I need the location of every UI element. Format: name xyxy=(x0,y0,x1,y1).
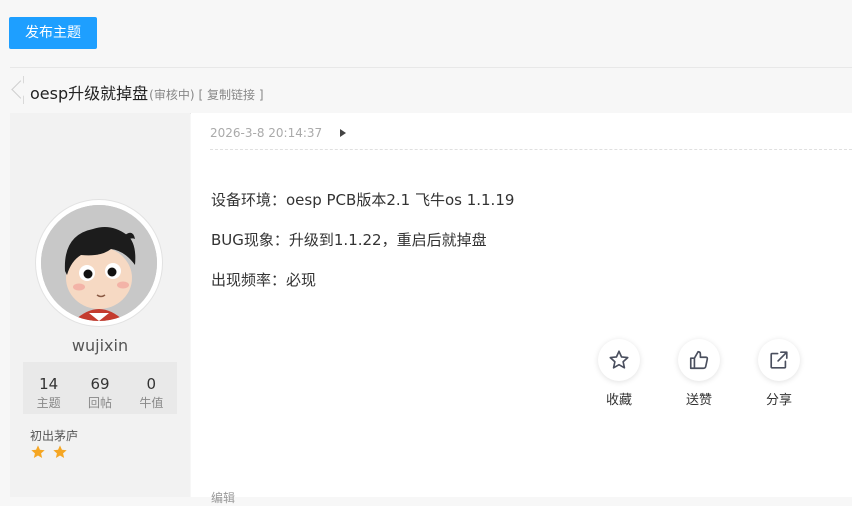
meta-divider xyxy=(210,149,852,150)
thumbs-up-icon xyxy=(689,350,709,370)
favorite-label: 收藏 xyxy=(605,393,632,408)
post-line-frequency: 出现频率：必现 xyxy=(211,271,317,289)
user-rank: 初出茅庐 xyxy=(30,429,79,443)
copy-link-button[interactable]: [ 复制链接 ] xyxy=(199,88,264,102)
author-sidebar: wujixin 14 主题 69 回帖 0 牛值 初出茅庐 xyxy=(10,113,190,497)
stat-points[interactable]: 0 牛值 xyxy=(126,362,177,414)
favorite-circle xyxy=(598,339,640,381)
expand-arrow-icon[interactable] xyxy=(340,129,346,137)
stat-value: 0 xyxy=(146,375,157,393)
share-button[interactable]: 分享 xyxy=(749,339,809,408)
stat-label: 主题 xyxy=(36,396,61,410)
stat-label: 牛值 xyxy=(139,396,164,410)
star-outline-icon xyxy=(609,350,629,369)
stat-replies[interactable]: 69 回帖 xyxy=(74,362,125,414)
external-link-icon xyxy=(770,351,788,369)
stat-value: 69 xyxy=(90,375,110,393)
review-status: (审核中) xyxy=(149,88,195,102)
share-label: 分享 xyxy=(765,393,792,408)
star-icon xyxy=(53,445,67,458)
star-icon xyxy=(31,445,45,458)
post-topic-button[interactable]: 发布主题 xyxy=(9,17,97,49)
avatar-frame xyxy=(36,200,162,326)
avatar[interactable] xyxy=(41,205,157,321)
share-circle xyxy=(758,339,800,381)
post-timestamp: 2026-3-8 20:14:37 xyxy=(210,126,323,140)
user-stats: 14 主题 69 回帖 0 牛值 xyxy=(23,362,177,414)
stat-label: 回帖 xyxy=(87,396,112,410)
like-circle xyxy=(678,339,720,381)
stat-value: 14 xyxy=(39,375,59,393)
favorite-button[interactable]: 收藏 xyxy=(589,339,649,408)
like-label: 送赞 xyxy=(685,393,712,408)
stat-topics[interactable]: 14 主题 xyxy=(23,362,74,414)
thread-title-bar: oesp升级就掉盘(审核中) [ 复制链接 ] xyxy=(10,67,852,114)
post-line-bug: BUG现象：升级到1.1.22，重启后就掉盘 xyxy=(211,231,487,249)
thread-title-row: oesp升级就掉盘(审核中) [ 复制链接 ] xyxy=(30,80,264,104)
thread-title: oesp升级就掉盘 xyxy=(30,84,149,103)
post-content: 2026-3-8 20:14:37 设备环境：oesp PCB版本2.1 飞牛o… xyxy=(191,113,852,505)
post-line-environment: 设备环境：oesp PCB版本2.1 飞牛os 1.1.19 xyxy=(211,191,515,209)
rank-stars xyxy=(30,444,68,460)
like-button[interactable]: 送赞 xyxy=(669,339,729,408)
avatar-image xyxy=(41,205,157,321)
username[interactable]: wujixin xyxy=(10,336,190,355)
edit-link[interactable]: 编辑 xyxy=(211,489,235,506)
